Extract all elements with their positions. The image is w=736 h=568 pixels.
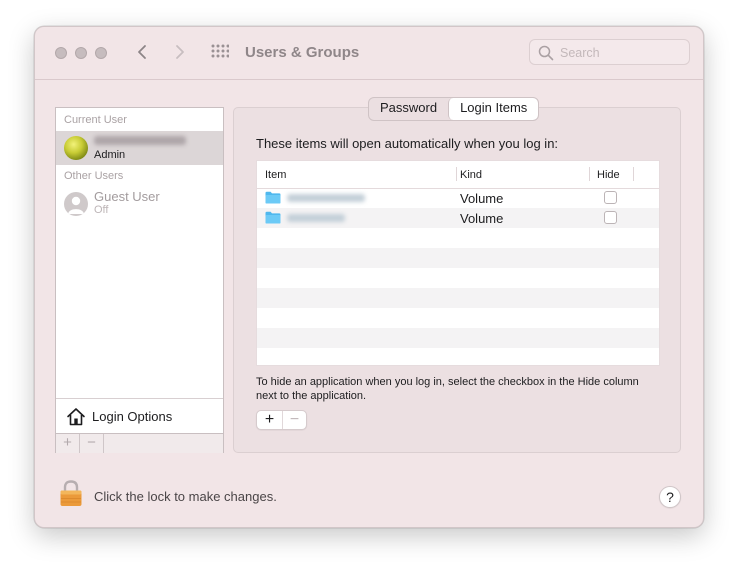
- column-divider: [456, 167, 457, 181]
- window-title: Users & Groups: [245, 44, 360, 61]
- lock-button[interactable]: [59, 479, 83, 512]
- item-name: [287, 194, 365, 202]
- current-user-role: Admin: [94, 149, 126, 161]
- show-all-button[interactable]: [211, 44, 230, 62]
- remove-user-button[interactable]: −: [80, 434, 104, 453]
- login-items-intro: These items will open automatically when…: [256, 136, 559, 151]
- other-users-header: Other Users: [64, 170, 124, 182]
- empty-row: [257, 308, 659, 328]
- padlock-icon: [60, 480, 82, 506]
- tab-login-items[interactable]: Login Items: [448, 98, 539, 120]
- column-header-kind[interactable]: Kind: [460, 169, 482, 181]
- titlebar: Users & Groups Search: [35, 27, 703, 80]
- add-remove-control: + −: [256, 410, 307, 430]
- item-kind: Volume: [460, 211, 504, 226]
- tab-bar: Password Login Items: [368, 97, 540, 121]
- search-placeholder: Search: [560, 46, 600, 60]
- login-options-label[interactable]: Login Options: [92, 409, 172, 424]
- table-row[interactable]: Volume: [257, 188, 659, 208]
- close-window-button[interactable]: [55, 47, 67, 59]
- empty-row: [257, 348, 659, 365]
- preferences-window: Users & Groups Search Current User Admin…: [34, 26, 704, 528]
- column-header-item[interactable]: Item: [265, 169, 286, 181]
- zoom-window-button[interactable]: [95, 47, 107, 59]
- guest-user-name[interactable]: Guest User: [94, 189, 160, 204]
- login-items-panel: These items will open automatically when…: [233, 107, 681, 453]
- guest-user-status: Off: [94, 204, 109, 216]
- table-row[interactable]: Volume: [257, 208, 659, 228]
- sidebar-divider: [56, 398, 223, 399]
- search-icon: [538, 45, 554, 61]
- add-user-button[interactable]: +: [56, 434, 80, 453]
- lock-label: Click the lock to make changes.: [94, 489, 277, 504]
- hide-hint-text: To hide an application when you log in, …: [256, 376, 639, 402]
- search-field[interactable]: Search: [529, 39, 690, 65]
- column-divider: [633, 167, 634, 181]
- login-items-table: Item Kind Hide Volume Volume: [256, 160, 660, 366]
- grid-icon: [211, 44, 230, 58]
- hide-checkbox[interactable]: [604, 191, 617, 204]
- folder-icon: [265, 211, 281, 224]
- minimize-window-button[interactable]: [75, 47, 87, 59]
- empty-row: [257, 228, 659, 248]
- empty-row: [257, 268, 659, 288]
- folder-icon: [265, 191, 281, 204]
- forward-button[interactable]: [169, 41, 189, 63]
- user-list: Current User Admin Other Users Guest Use…: [55, 107, 224, 453]
- empty-row: [257, 248, 659, 268]
- tab-password[interactable]: Password: [369, 98, 448, 120]
- remove-login-item-button[interactable]: −: [282, 411, 306, 429]
- current-user-row[interactable]: Admin: [56, 131, 223, 165]
- add-login-item-button[interactable]: +: [257, 411, 282, 429]
- tennis-ball-avatar: [64, 136, 88, 160]
- login-options-button[interactable]: [66, 407, 86, 431]
- house-icon: [67, 408, 85, 426]
- hide-checkbox[interactable]: [604, 211, 617, 224]
- sidebar-toolbar: + −: [56, 433, 223, 453]
- guest-avatar[interactable]: [64, 192, 88, 216]
- person-icon: [68, 196, 84, 214]
- chevron-left-icon: [138, 45, 146, 59]
- chevron-right-icon: [176, 45, 184, 59]
- current-user-name: [94, 136, 186, 145]
- current-user-header: Current User: [64, 114, 127, 126]
- help-button[interactable]: ?: [659, 486, 681, 508]
- back-button[interactable]: [133, 41, 153, 63]
- column-divider: [589, 167, 590, 181]
- empty-row: [257, 288, 659, 308]
- item-name: [287, 214, 345, 222]
- empty-row: [257, 328, 659, 348]
- table-header: Item Kind Hide: [257, 161, 659, 189]
- column-header-hide[interactable]: Hide: [597, 169, 620, 181]
- item-kind: Volume: [460, 191, 504, 206]
